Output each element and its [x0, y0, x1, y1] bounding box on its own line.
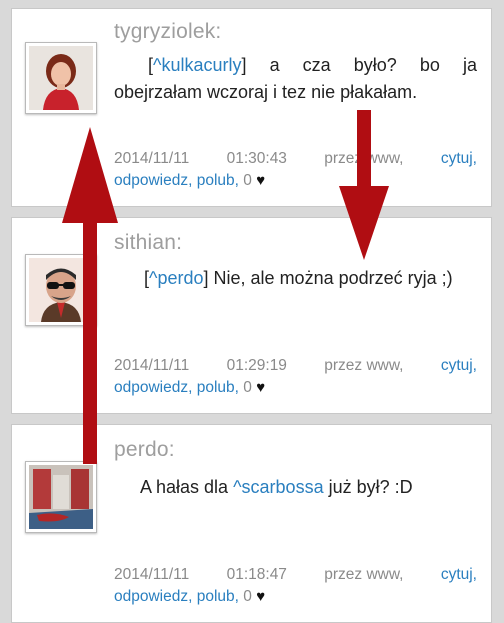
- comment-date: 2014/11/11: [114, 357, 190, 374]
- comment-time: 01:30:43: [226, 150, 287, 167]
- reply-link[interactable]: odpowiedz,: [114, 588, 192, 605]
- comment-time: 01:18:47: [226, 566, 287, 583]
- comment-text: Nie, ale można podrzeć ryja ;): [213, 268, 453, 288]
- comment-username[interactable]: perdo:: [114, 438, 175, 462]
- comment-source: przez www,: [324, 150, 404, 167]
- avatar[interactable]: [25, 42, 97, 114]
- user-photo: [29, 46, 93, 110]
- like-count: 0: [243, 588, 252, 605]
- comment-meta: 2014/11/11 01:29:19 przez www, cytuj, od…: [114, 355, 477, 399]
- heart-icon: ♥: [256, 588, 266, 605]
- mention-link[interactable]: [^kulkacurly]: [148, 55, 247, 75]
- comment-body: [^perdo] Nie, ale można podrzeć ryja ;): [114, 265, 477, 292]
- mention-link[interactable]: [^perdo]: [144, 268, 209, 288]
- heart-icon: ♥: [256, 379, 266, 396]
- user-cartoon-avatar: [29, 258, 93, 322]
- like-link[interactable]: polub,: [197, 379, 239, 396]
- comment-body: A hałas dla ^scarbossa już był? :D: [140, 474, 477, 501]
- comment-card: tygryziolek: [^kulkacurly] a cza było? b…: [11, 8, 492, 207]
- comment-username[interactable]: sithian:: [114, 231, 182, 255]
- avatar[interactable]: [25, 254, 97, 326]
- comment-text: A hałas dla: [140, 477, 229, 497]
- comment-date: 2014/11/11: [114, 150, 190, 167]
- comment-time: 01:29:19: [226, 357, 287, 374]
- like-link[interactable]: polub,: [197, 172, 239, 189]
- comment-date: 2014/11/11: [114, 566, 190, 583]
- user-photo: [29, 465, 93, 529]
- quote-link[interactable]: cytuj,: [441, 564, 477, 586]
- quote-link[interactable]: cytuj,: [441, 355, 477, 377]
- comment-source: przez www,: [324, 357, 404, 374]
- comment-card: perdo: A hałas dla ^scarbossa już był? :…: [11, 424, 492, 623]
- mention-link[interactable]: ^scarbossa: [233, 477, 323, 497]
- like-count: 0: [243, 172, 252, 189]
- quote-link[interactable]: cytuj,: [441, 148, 477, 170]
- comment-username[interactable]: tygryziolek:: [114, 20, 221, 44]
- reply-link[interactable]: odpowiedz,: [114, 379, 192, 396]
- comment-card: sithian: [^perdo] Nie, ale można podrzeć…: [11, 217, 492, 414]
- reply-link[interactable]: odpowiedz,: [114, 172, 192, 189]
- like-link[interactable]: polub,: [197, 588, 239, 605]
- comment-meta: 2014/11/11 01:30:43 przez www, cytuj, od…: [114, 148, 477, 192]
- comment-body: [^kulkacurly] a cza było? bo ja obejrzał…: [114, 52, 477, 106]
- like-count: 0: [243, 379, 252, 396]
- comment-text: już był? :D: [328, 477, 413, 497]
- avatar[interactable]: [25, 461, 97, 533]
- heart-icon: ♥: [256, 172, 266, 189]
- comment-meta: 2014/11/11 01:18:47 przez www, cytuj, od…: [114, 564, 477, 608]
- comment-source: przez www,: [324, 566, 404, 583]
